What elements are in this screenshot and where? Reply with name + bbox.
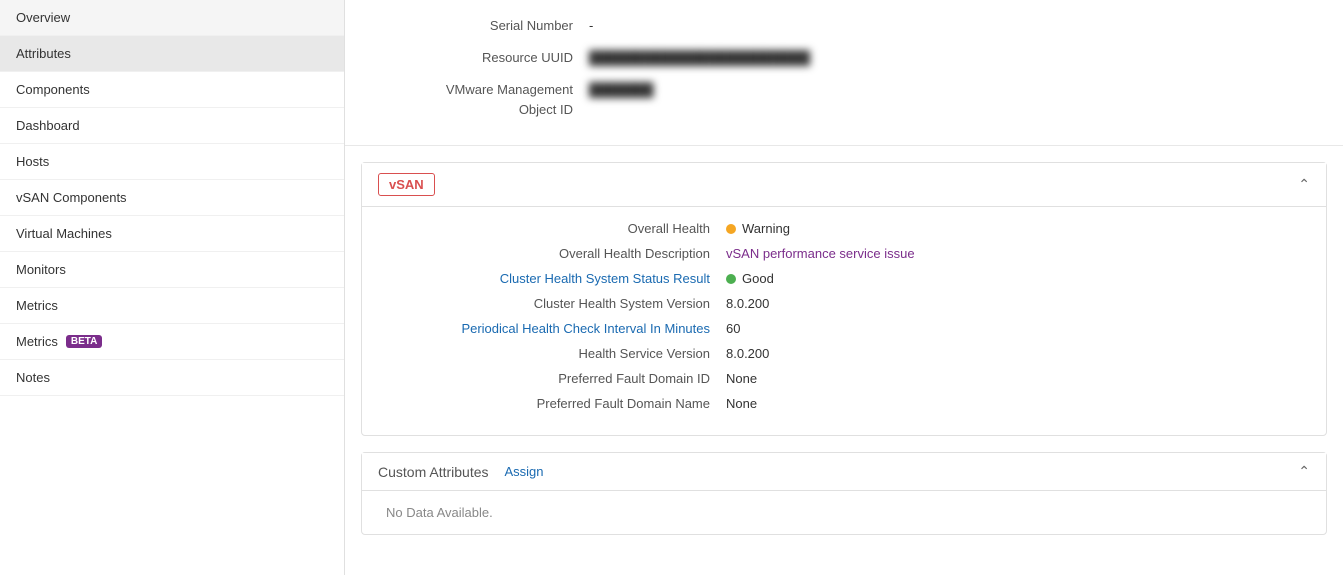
- vsan-value-cluster-health-version: 8.0.200: [726, 296, 1302, 311]
- sidebar-item-label-metrics: Metrics: [16, 298, 58, 313]
- vsan-value-text-cluster-health-status: Good: [742, 271, 774, 286]
- vsan-label-preferred-fault-domain-name: Preferred Fault Domain Name: [386, 396, 726, 411]
- sidebar-item-attributes[interactable]: Attributes: [0, 36, 344, 72]
- vsan-value-overall-health: Warning: [726, 221, 1302, 236]
- custom-attributes-header-left: Custom Attributes Assign: [378, 464, 544, 480]
- sidebar-item-hosts[interactable]: Hosts: [0, 144, 344, 180]
- top-field-value-serial-number: -: [589, 16, 1319, 36]
- custom-attributes-header: Custom Attributes Assign ⌃: [362, 453, 1326, 491]
- sidebar-item-vsan-components[interactable]: vSAN Components: [0, 180, 344, 216]
- sidebar-item-label-attributes: Attributes: [16, 46, 71, 61]
- sidebar-item-label-vsan-components: vSAN Components: [16, 190, 127, 205]
- vsan-value-overall-health-desc: vSAN performance service issue: [726, 246, 1302, 261]
- custom-attributes-body: No Data Available.: [362, 491, 1326, 534]
- custom-attributes-card: Custom Attributes Assign ⌃ No Data Avail…: [361, 452, 1327, 535]
- sidebar-item-dashboard[interactable]: Dashboard: [0, 108, 344, 144]
- top-field-value-resource-uuid: ████████████████████████: [589, 48, 1319, 68]
- sidebar-item-metrics-beta[interactable]: Metrics BETA: [0, 324, 344, 360]
- top-field-label-serial-number: Serial Number: [369, 16, 589, 36]
- vsan-field-overall-health: Overall Health Warning: [386, 221, 1302, 236]
- custom-attributes-title: Custom Attributes: [378, 464, 489, 480]
- vsan-field-periodical-health-interval: Periodical Health Check Interval In Minu…: [386, 321, 1302, 336]
- sidebar-item-metrics[interactable]: Metrics: [0, 288, 344, 324]
- sidebar-item-label-virtual-machines: Virtual Machines: [16, 226, 112, 241]
- vsan-card-body: Overall Health Warning Overall Health Desc…: [362, 207, 1326, 435]
- sidebar-item-overview[interactable]: Overview: [0, 0, 344, 36]
- vsan-title: vSAN: [378, 173, 435, 196]
- sidebar-item-label-metrics-beta: Metrics: [16, 334, 58, 349]
- assign-link[interactable]: Assign: [505, 464, 544, 479]
- sidebar-item-label-dashboard: Dashboard: [16, 118, 80, 133]
- vsan-value-preferred-fault-domain-name: None: [726, 396, 1302, 411]
- vsan-label-preferred-fault-domain-id: Preferred Fault Domain ID: [386, 371, 726, 386]
- sidebar-item-monitors[interactable]: Monitors: [0, 252, 344, 288]
- top-field-resource-uuid: Resource UUID████████████████████████: [369, 48, 1319, 70]
- vsan-label-health-service-version: Health Service Version: [386, 346, 726, 361]
- warning-dot: [726, 224, 736, 234]
- vsan-label-overall-health-desc: Overall Health Description: [386, 246, 726, 261]
- vsan-field-preferred-fault-domain-name: Preferred Fault Domain NameNone: [386, 396, 1302, 411]
- vsan-collapse-icon[interactable]: ⌃: [1298, 176, 1310, 193]
- vsan-field-overall-health-desc: Overall Health DescriptionvSAN performan…: [386, 246, 1302, 261]
- vsan-value-text-overall-health: Warning: [742, 221, 790, 236]
- vsan-value-cluster-health-status: Good: [726, 271, 1302, 286]
- vsan-label-cluster-health-status: Cluster Health System Status Result: [386, 271, 726, 286]
- top-field-label-resource-uuid: Resource UUID: [369, 48, 589, 68]
- main-content: Serial Number-Resource UUID█████████████…: [345, 0, 1343, 575]
- vsan-card-header: vSAN ⌃: [362, 163, 1326, 207]
- sidebar-item-label-monitors: Monitors: [16, 262, 66, 277]
- sidebar-item-label-overview: Overview: [16, 10, 70, 25]
- top-field-label-vmware-mgmt-id: VMware ManagementObject ID: [369, 80, 589, 119]
- top-field-serial-number: Serial Number-: [369, 16, 1319, 38]
- vsan-field-cluster-health-version: Cluster Health System Version8.0.200: [386, 296, 1302, 311]
- sidebar-item-label-components: Components: [16, 82, 90, 97]
- top-field-vmware-mgmt-id: VMware ManagementObject ID███████: [369, 80, 1319, 119]
- sidebar: Overview Attributes Components Dashboard Hos…: [0, 0, 345, 575]
- vsan-value-health-service-version: 8.0.200: [726, 346, 1302, 361]
- vsan-label-periodical-health-interval: Periodical Health Check Interval In Minu…: [386, 321, 726, 336]
- sidebar-item-components[interactable]: Components: [0, 72, 344, 108]
- vsan-field-health-service-version: Health Service Version8.0.200: [386, 346, 1302, 361]
- vsan-value-preferred-fault-domain-id: None: [726, 371, 1302, 386]
- vsan-value-periodical-health-interval: 60: [726, 321, 1302, 336]
- good-dot: [726, 274, 736, 284]
- sidebar-item-virtual-machines[interactable]: Virtual Machines: [0, 216, 344, 252]
- vsan-field-cluster-health-status: Cluster Health System Status Result Good: [386, 271, 1302, 286]
- top-field-value-vmware-mgmt-id: ███████: [589, 80, 1319, 100]
- no-data-label: No Data Available.: [386, 501, 493, 524]
- vsan-card: vSAN ⌃ Overall HealthWarningOverall Heal…: [361, 162, 1327, 436]
- custom-attributes-collapse-icon[interactable]: ⌃: [1298, 463, 1310, 480]
- vsan-label-overall-health: Overall Health: [386, 221, 726, 236]
- vsan-label-cluster-health-version: Cluster Health System Version: [386, 296, 726, 311]
- vsan-field-preferred-fault-domain-id: Preferred Fault Domain IDNone: [386, 371, 1302, 386]
- sidebar-badge-metrics-beta: BETA: [66, 335, 102, 348]
- sidebar-item-label-hosts: Hosts: [16, 154, 49, 169]
- sidebar-item-notes[interactable]: Notes: [0, 360, 344, 396]
- sidebar-item-label-notes: Notes: [16, 370, 50, 385]
- top-fields-section: Serial Number-Resource UUID█████████████…: [345, 0, 1343, 146]
